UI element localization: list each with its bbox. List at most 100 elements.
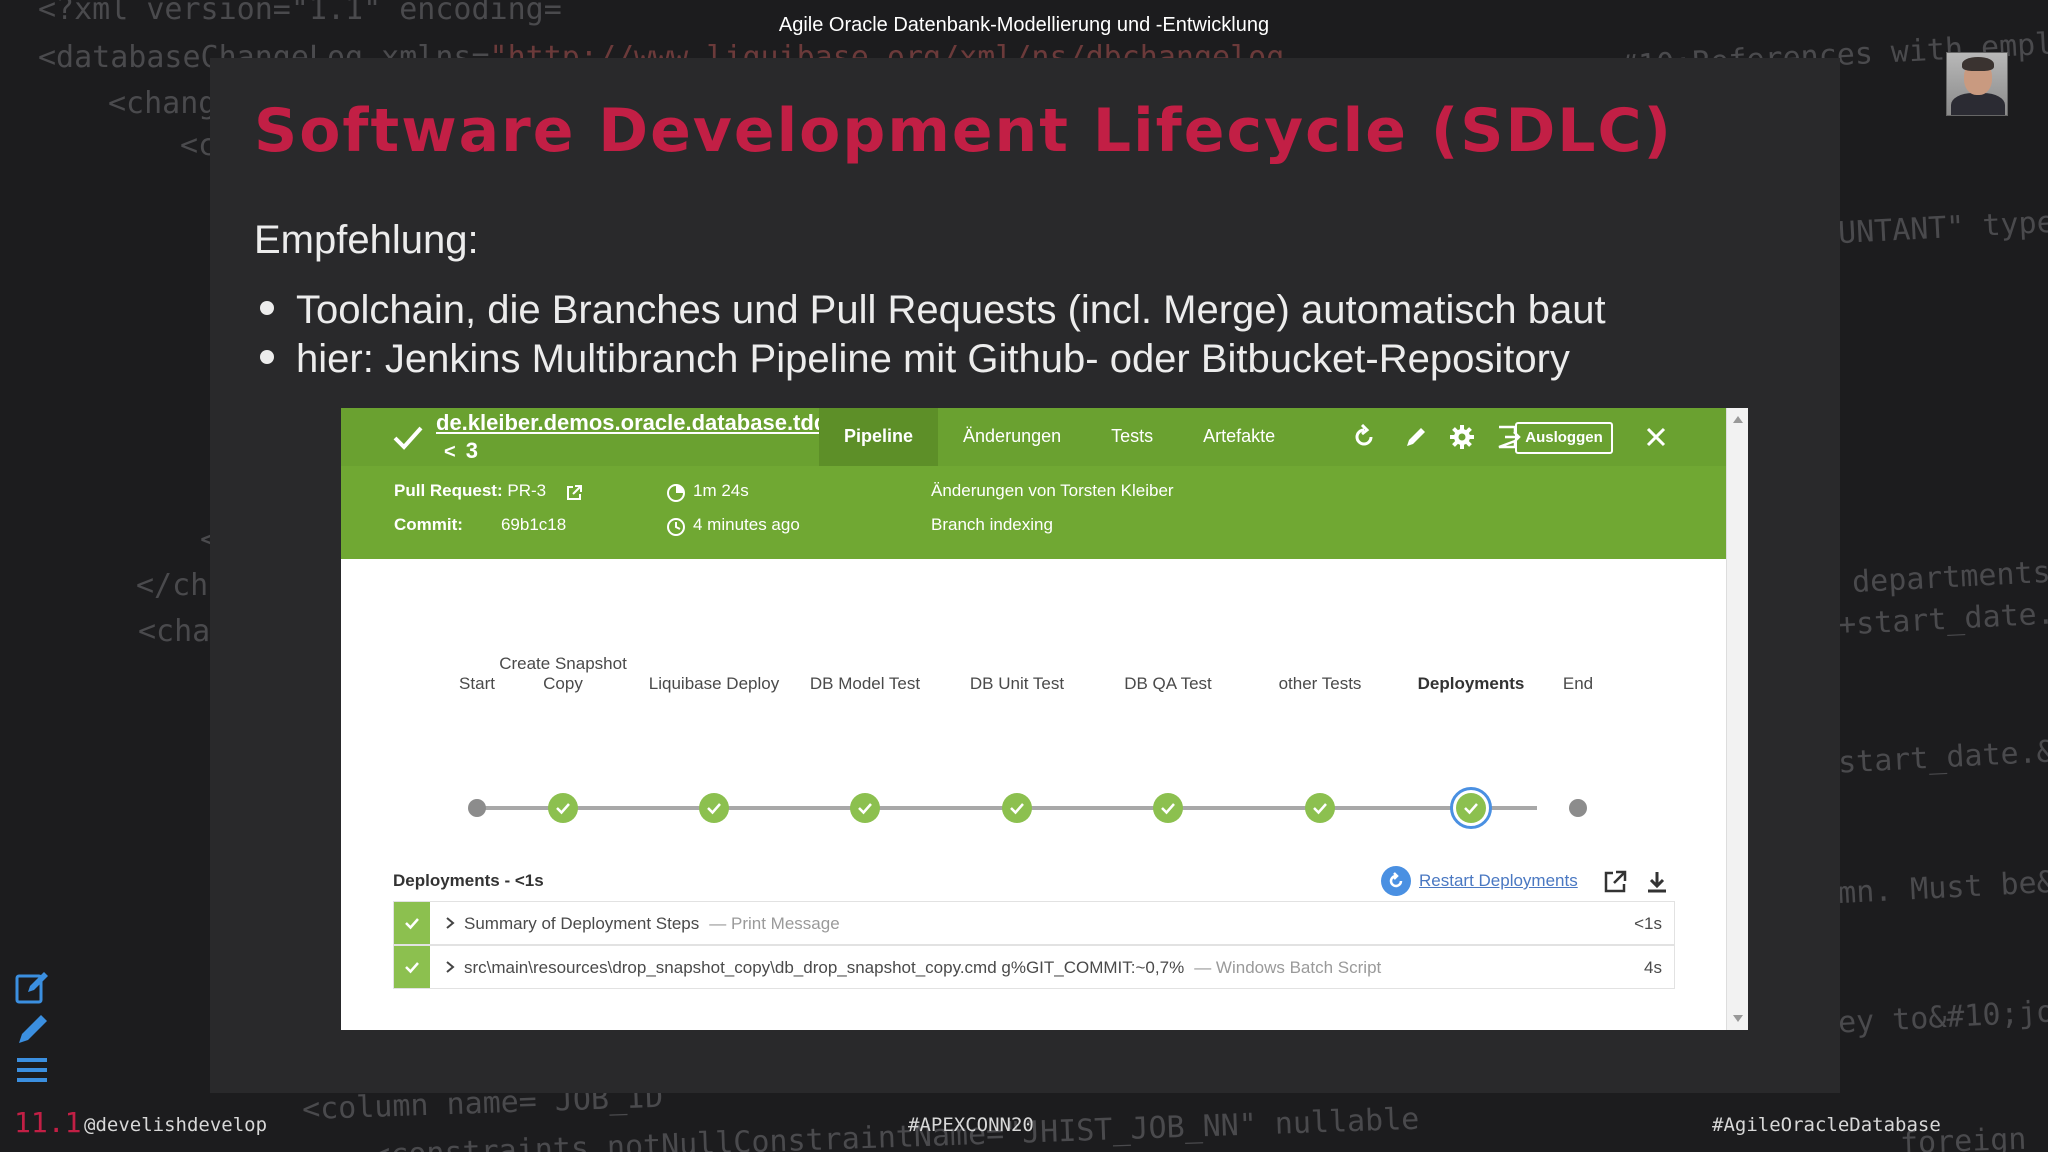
chevron-right-icon[interactable] — [442, 959, 458, 975]
menu-icon[interactable] — [14, 1052, 52, 1090]
bg-code-line: start_date.& — [1837, 734, 2048, 781]
pipeline-graph: Start Create Snapshot Copy Liquibase Dep… — [341, 559, 1726, 849]
duration: 1m 24s — [693, 481, 749, 500]
step-type: — Print Message — [709, 914, 840, 933]
bullet-dot-icon — [260, 350, 274, 365]
bullet-item: hier: Jenkins Multibranch Pipeline mit G… — [260, 335, 1606, 384]
check-icon — [1464, 803, 1478, 815]
success-check-icon — [393, 426, 423, 450]
scrollbar[interactable] — [1726, 408, 1748, 1030]
bullet-text: hier: Jenkins Multibranch Pipeline mit G… — [296, 337, 1570, 381]
pull-request-label: Pull Request: — [394, 481, 503, 500]
clock-icon — [667, 518, 685, 536]
step-text: src\main\resources\drop_snapshot_copy\db… — [464, 958, 1185, 977]
tab-changes[interactable]: Änderungen — [938, 408, 1086, 466]
bg-code-line: departments — [1851, 554, 2048, 601]
avatar-hair — [1962, 57, 1994, 71]
external-link-icon[interactable] — [565, 484, 583, 502]
gear-icon[interactable] — [1447, 422, 1477, 452]
back-icon[interactable]: < — [444, 441, 456, 463]
bg-code-line: +start_date. — [1837, 596, 2048, 643]
slide-title: Software Development Lifecycle (SDLC) — [254, 96, 1673, 166]
jenkins-tabs: Pipeline Änderungen Tests Artefakte — [819, 408, 1300, 466]
step-success-icon — [394, 946, 430, 988]
step-row[interactable]: Summary of Deployment Steps — Print Messa… — [393, 901, 1675, 945]
rerun-icon[interactable] — [1349, 422, 1379, 452]
stage-node-db-model-test[interactable] — [850, 793, 880, 823]
jenkins-header: de.kleiber.demos.oracle.database.tdd <3 … — [341, 408, 1726, 559]
scroll-up-icon[interactable] — [1733, 416, 1743, 423]
step-label: src\main\resources\drop_snapshot_copy\db… — [464, 958, 1381, 978]
step-label: Summary of Deployment Steps — Print Messa… — [464, 914, 840, 934]
build-cause: Branch indexing — [931, 515, 1053, 534]
check-icon — [707, 803, 721, 815]
restart-deployments-label[interactable]: Restart Deployments — [1419, 871, 1578, 891]
bg-code-line: <cha — [138, 614, 211, 649]
commit-value[interactable]: 69b1c18 — [501, 515, 566, 534]
time-ago: 4 minutes ago — [693, 515, 800, 534]
stage-node-other-tests[interactable] — [1305, 793, 1335, 823]
bg-code-line: UNTANT" type= — [1837, 203, 2048, 252]
stage-node-start[interactable] — [468, 799, 486, 817]
stage-node-end[interactable] — [1569, 799, 1587, 817]
pull-request-value: PR-3 — [507, 481, 547, 500]
logout-button[interactable]: Ausloggen — [1515, 422, 1613, 454]
hashtag-right: #AgileOracleDatabase — [1712, 1114, 1941, 1136]
duration-icon — [667, 484, 685, 502]
step-duration: <1s — [1634, 914, 1662, 933]
scroll-down-icon[interactable] — [1733, 1015, 1743, 1022]
bullet-item: Toolchain, die Branches und Pull Request… — [260, 286, 1606, 335]
bullet-text: Toolchain, die Branches und Pull Request… — [296, 288, 1606, 332]
restart-icon — [1381, 866, 1411, 896]
bullet-list: Toolchain, die Branches und Pull Request… — [260, 286, 1606, 384]
run-number[interactable]: <3 — [444, 438, 478, 464]
stage-node-db-qa-test[interactable] — [1153, 793, 1183, 823]
stage-label-other-tests: other Tests — [1278, 674, 1362, 693]
stage-label-liquibase-deploy: Liquibase Deploy — [648, 674, 780, 693]
close-icon[interactable] — [1641, 422, 1671, 452]
stage-node-deployments-inner — [1456, 793, 1486, 823]
chevron-right-icon[interactable] — [442, 915, 458, 931]
commit-info: Commit: 69b1c18 — [394, 515, 566, 535]
presentation-title: Agile Oracle Datenbank-Modellierung und … — [778, 14, 1270, 36]
check-icon — [1010, 803, 1024, 815]
step-row[interactable]: src\main\resources\drop_snapshot_copy\db… — [393, 945, 1675, 989]
open-external-icon[interactable] — [1601, 868, 1629, 896]
stage-label-db-model-test: DB Model Test — [809, 674, 921, 693]
bg-code-line: <chang — [108, 86, 217, 121]
bullet-dot-icon — [260, 301, 274, 316]
tab-artifacts[interactable]: Artefakte — [1178, 408, 1300, 466]
check-icon — [1161, 803, 1175, 815]
check-icon — [1313, 803, 1327, 815]
stage-node-create-snapshot[interactable] — [548, 793, 578, 823]
slide: Software Development Lifecycle (SDLC) Em… — [210, 58, 1840, 1093]
jenkins-topbar: de.kleiber.demos.oracle.database.tdd <3 … — [341, 408, 1726, 466]
presenter-avatar — [1946, 52, 2008, 116]
stage-node-deployments[interactable] — [1450, 787, 1492, 829]
pencil-icon[interactable] — [14, 1010, 52, 1048]
tab-pipeline[interactable]: Pipeline — [819, 408, 939, 466]
hashtag-center: #APEXCONN20 — [908, 1114, 1034, 1136]
tab-tests[interactable]: Tests — [1086, 408, 1178, 466]
twitter-handle: @develishdevelop — [84, 1114, 268, 1136]
pull-request-info: Pull Request: PR-3 — [394, 481, 546, 501]
stage-node-liquibase-deploy[interactable] — [699, 793, 729, 823]
stage-label-end: End — [1562, 674, 1594, 693]
stage-label-create-snapshot: Create Snapshot Copy — [499, 654, 627, 693]
step-text: Summary of Deployment Steps — [464, 914, 700, 933]
edit-pencil-icon[interactable] — [1401, 422, 1431, 452]
bg-code-line: mn. Must be&# — [1837, 863, 2048, 912]
run-number-value: 3 — [465, 438, 478, 463]
step-success-icon — [394, 902, 430, 944]
download-icon[interactable] — [1643, 868, 1671, 896]
commit-label: Commit: — [394, 515, 463, 534]
bg-code-line: ey to&#10;jo — [1837, 994, 2048, 1041]
check-icon — [556, 803, 570, 815]
avatar-body — [1951, 93, 2005, 115]
stage-node-db-unit-test[interactable] — [1002, 793, 1032, 823]
restart-deployments-button[interactable]: Restart Deployments — [1381, 866, 1578, 896]
slide-subtitle: Empfehlung: — [254, 218, 479, 262]
job-name-link[interactable]: de.kleiber.demos.oracle.database.tdd — [436, 410, 827, 436]
edit-note-icon[interactable] — [14, 968, 52, 1006]
check-icon — [858, 803, 872, 815]
